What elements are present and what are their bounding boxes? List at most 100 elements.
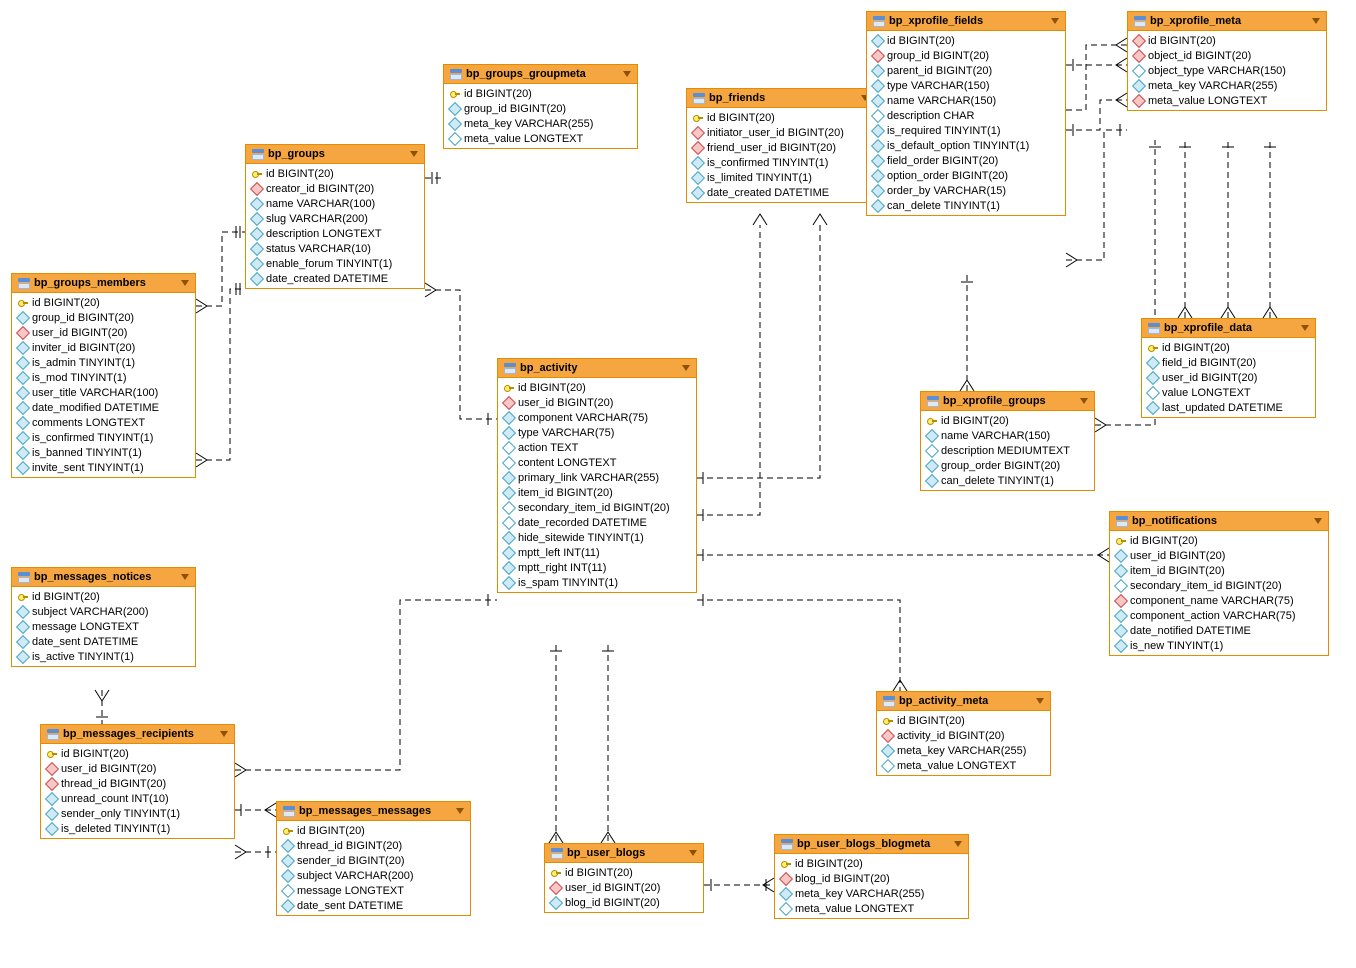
chevron-down-icon[interactable] xyxy=(623,71,631,77)
table-header[interactable]: bp_user_blogs_blogmeta xyxy=(775,835,968,854)
column-icon xyxy=(250,226,264,240)
table-column: id BIGINT(20) xyxy=(867,33,1065,48)
column-label: subject VARCHAR(200) xyxy=(32,606,149,618)
column-label: item_id BIGINT(20) xyxy=(1130,565,1225,577)
table-body: id BIGINT(20)creator_id BIGINT(20)name V… xyxy=(246,164,424,288)
primary-key-icon xyxy=(450,89,460,99)
chevron-down-icon[interactable] xyxy=(181,574,189,580)
chevron-down-icon[interactable] xyxy=(1314,518,1322,524)
column-label: slug VARCHAR(200) xyxy=(266,213,368,225)
table-column: meta_value LONGTEXT xyxy=(775,901,968,916)
column-label: id BIGINT(20) xyxy=(266,168,334,180)
chevron-down-icon[interactable] xyxy=(181,280,189,286)
table-bp_xprofile_groups[interactable]: bp_xprofile_groupsid BIGINT(20)name VARC… xyxy=(920,391,1095,491)
column-label: thread_id BIGINT(20) xyxy=(61,778,166,790)
column-label: id BIGINT(20) xyxy=(795,858,863,870)
chevron-down-icon[interactable] xyxy=(1080,398,1088,404)
table-column: sender_id BIGINT(20) xyxy=(277,853,470,868)
column-icon xyxy=(502,530,516,544)
table-bp_messages_recipients[interactable]: bp_messages_recipientsid BIGINT(20)user_… xyxy=(40,724,235,839)
column-icon xyxy=(281,853,295,867)
table-bp_activity_meta[interactable]: bp_activity_metaid BIGINT(20)activity_id… xyxy=(876,691,1051,776)
column-icon xyxy=(691,185,705,199)
table-column: id BIGINT(20) xyxy=(12,295,195,310)
chevron-down-icon[interactable] xyxy=(954,841,962,847)
table-column: sender_only TINYINT(1) xyxy=(41,806,234,821)
column-label: is_confirmed TINYINT(1) xyxy=(707,157,828,169)
chevron-down-icon[interactable] xyxy=(1312,18,1320,24)
table-column: id BIGINT(20) xyxy=(921,413,1094,428)
table-bp_messages_notices[interactable]: bp_messages_noticesid BIGINT(20)subject … xyxy=(11,567,196,667)
table-header[interactable]: bp_user_blogs xyxy=(545,844,703,863)
table-header[interactable]: bp_groups xyxy=(246,145,424,164)
table-bp_groups_members[interactable]: bp_groups_membersid BIGINT(20)group_id B… xyxy=(11,273,196,478)
column-icon xyxy=(925,428,939,442)
table-column: id BIGINT(20) xyxy=(277,823,470,838)
table-header[interactable]: bp_messages_notices xyxy=(12,568,195,587)
column-label: date_recorded DATETIME xyxy=(518,517,647,529)
table-bp_activity[interactable]: bp_activityid BIGINT(20)user_id BIGINT(2… xyxy=(497,358,697,593)
column-label: invite_sent TINYINT(1) xyxy=(32,462,144,474)
table-icon xyxy=(1148,323,1160,334)
table-column: id BIGINT(20) xyxy=(1110,533,1328,548)
table-icon xyxy=(1116,516,1128,527)
chevron-down-icon[interactable] xyxy=(220,731,228,737)
table-column: name VARCHAR(150) xyxy=(921,428,1094,443)
column-icon xyxy=(502,560,516,574)
table-header[interactable]: bp_activity xyxy=(498,359,696,378)
primary-key-icon xyxy=(18,298,28,308)
chevron-down-icon[interactable] xyxy=(1051,18,1059,24)
table-header[interactable]: bp_xprofile_meta xyxy=(1128,12,1326,31)
table-header[interactable]: bp_groups_members xyxy=(12,274,195,293)
column-label: id BIGINT(20) xyxy=(887,35,955,47)
chevron-down-icon[interactable] xyxy=(1301,325,1309,331)
column-nullable-icon xyxy=(881,758,895,772)
column-icon xyxy=(16,649,30,663)
column-label: is_admin TINYINT(1) xyxy=(32,357,135,369)
table-column: id BIGINT(20) xyxy=(41,746,234,761)
table-title: bp_groups_members xyxy=(34,277,146,289)
chevron-down-icon[interactable] xyxy=(456,808,464,814)
column-label: parent_id BIGINT(20) xyxy=(887,65,992,77)
table-header[interactable]: bp_messages_recipients xyxy=(41,725,234,744)
column-icon xyxy=(16,385,30,399)
column-label: meta_value LONGTEXT xyxy=(464,133,583,145)
chevron-down-icon[interactable] xyxy=(682,365,690,371)
column-label: object_type VARCHAR(150) xyxy=(1148,65,1286,77)
table-bp_user_blogs[interactable]: bp_user_blogsid BIGINT(20)user_id BIGINT… xyxy=(544,843,704,913)
column-label: action TEXT xyxy=(518,442,578,454)
table-icon xyxy=(873,16,885,27)
table-bp_groups[interactable]: bp_groupsid BIGINT(20)creator_id BIGINT(… xyxy=(245,144,425,289)
table-column: description MEDIUMTEXT xyxy=(921,443,1094,458)
table-header[interactable]: bp_xprofile_groups xyxy=(921,392,1094,411)
table-bp_friends[interactable]: bp_friendsid BIGINT(20)initiator_user_id… xyxy=(686,88,876,203)
table-icon xyxy=(504,363,516,374)
table-body: id BIGINT(20)initiator_user_id BIGINT(20… xyxy=(687,108,875,202)
table-bp_messages_messages[interactable]: bp_messages_messagesid BIGINT(20)thread_… xyxy=(276,801,471,916)
column-icon xyxy=(16,400,30,414)
table-header[interactable]: bp_messages_messages xyxy=(277,802,470,821)
table-bp_groups_groupmeta[interactable]: bp_groups_groupmetaid BIGINT(20)group_id… xyxy=(443,64,638,149)
table-header[interactable]: bp_notifications xyxy=(1110,512,1328,531)
table-bp_user_blogs_blogmeta[interactable]: bp_user_blogs_blogmetaid BIGINT(20)blog_… xyxy=(774,834,969,919)
table-column: invite_sent TINYINT(1) xyxy=(12,460,195,475)
chevron-down-icon[interactable] xyxy=(1036,698,1044,704)
table-bp_notifications[interactable]: bp_notificationsid BIGINT(20)user_id BIG… xyxy=(1109,511,1329,656)
table-bp_xprofile_data[interactable]: bp_xprofile_dataid BIGINT(20)field_id BI… xyxy=(1141,318,1316,418)
table-header[interactable]: bp_groups_groupmeta xyxy=(444,65,637,84)
column-icon xyxy=(1132,78,1146,92)
table-header[interactable]: bp_friends xyxy=(687,89,875,108)
table-header[interactable]: bp_activity_meta xyxy=(877,692,1050,711)
table-column: component VARCHAR(75) xyxy=(498,410,696,425)
column-icon xyxy=(871,78,885,92)
chevron-down-icon[interactable] xyxy=(689,850,697,856)
table-column: last_updated DATETIME xyxy=(1142,400,1315,415)
table-bp_xprofile_meta[interactable]: bp_xprofile_metaid BIGINT(20)object_id B… xyxy=(1127,11,1327,111)
table-bp_xprofile_fields[interactable]: bp_xprofile_fieldsid BIGINT(20)group_id … xyxy=(866,11,1066,216)
table-header[interactable]: bp_xprofile_data xyxy=(1142,319,1315,338)
table-body: id BIGINT(20)group_id BIGINT(20)meta_key… xyxy=(444,84,637,148)
table-header[interactable]: bp_xprofile_fields xyxy=(867,12,1065,31)
table-column: group_order BIGINT(20) xyxy=(921,458,1094,473)
table-column: enable_forum TINYINT(1) xyxy=(246,256,424,271)
chevron-down-icon[interactable] xyxy=(410,151,418,157)
